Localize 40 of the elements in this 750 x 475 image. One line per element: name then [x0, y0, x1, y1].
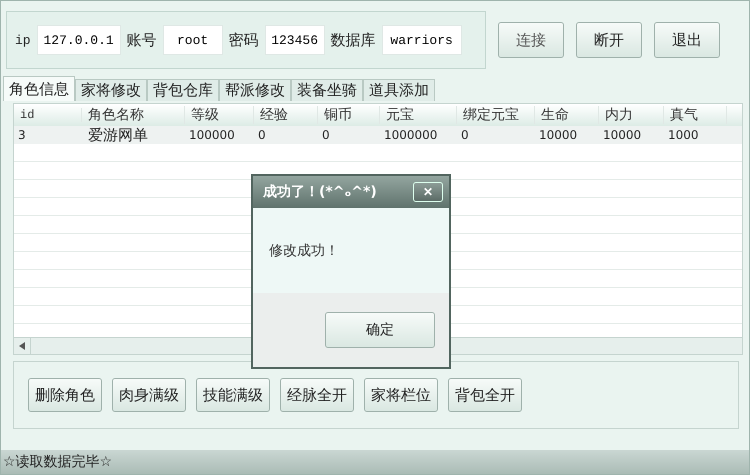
action-button[interactable]: 肉身满级 — [112, 378, 186, 412]
input-field[interactable]: root — [162, 25, 223, 55]
close-button[interactable]: ✕ — [413, 182, 443, 202]
tab[interactable]: 道具添加 — [363, 79, 435, 101]
tab[interactable]: 背包仓库 — [147, 79, 219, 101]
table-row[interactable]: 3 爱游网单 100000 0 0 1000000 0 10000 10000 1000 — [14, 126, 742, 144]
tab[interactable]: 角色信息 — [3, 76, 75, 101]
column-header[interactable]: 角色名称 — [82, 106, 185, 124]
column-header[interactable]: 真气 — [664, 106, 727, 124]
field-label: ip — [15, 32, 31, 48]
column-header[interactable]: 内力 — [599, 106, 664, 124]
input-field[interactable]: 123456 — [264, 25, 325, 55]
status-text: ☆读取数据完毕☆ — [3, 453, 112, 471]
column-header[interactable]: 元宝 — [380, 106, 457, 124]
scroll-left-icon[interactable] — [19, 342, 25, 350]
action-button[interactable]: 连接 — [498, 22, 564, 58]
action-button[interactable]: 删除角色 — [28, 378, 102, 412]
column-header[interactable]: 生命 — [535, 106, 599, 124]
tab[interactable]: 帮派修改 — [219, 79, 291, 101]
tab[interactable]: 家将修改 — [75, 79, 147, 101]
input-field[interactable]: warriors — [382, 25, 462, 55]
column-header[interactable]: 等级 — [185, 106, 254, 124]
action-button[interactable]: 技能满级 — [196, 378, 270, 412]
dialog-title: 成功了！(*^ₒ^*) — [263, 183, 377, 201]
column-header[interactable]: 铜币 — [318, 106, 380, 124]
column-header[interactable]: id — [14, 108, 82, 122]
column-header[interactable]: 经验 — [254, 106, 318, 124]
column-header[interactable]: 绑定元宝 — [457, 106, 535, 124]
field-label: 数据库 — [330, 30, 376, 50]
action-button[interactable]: 断开 — [576, 22, 642, 58]
dialog-message: 修改成功！ — [269, 242, 339, 260]
ok-button[interactable]: 确定 — [325, 312, 435, 348]
field-label: 密码 — [228, 30, 259, 50]
input-field[interactable]: 127.0.0.1 — [36, 25, 121, 55]
action-button[interactable]: 退出 — [654, 22, 720, 58]
action-button[interactable]: 家将栏位 — [364, 378, 438, 412]
tab[interactable]: 装备坐骑 — [291, 79, 363, 101]
action-button[interactable]: 背包全开 — [448, 378, 522, 412]
field-label: 账号 — [126, 30, 157, 50]
action-button[interactable]: 经脉全开 — [280, 378, 354, 412]
